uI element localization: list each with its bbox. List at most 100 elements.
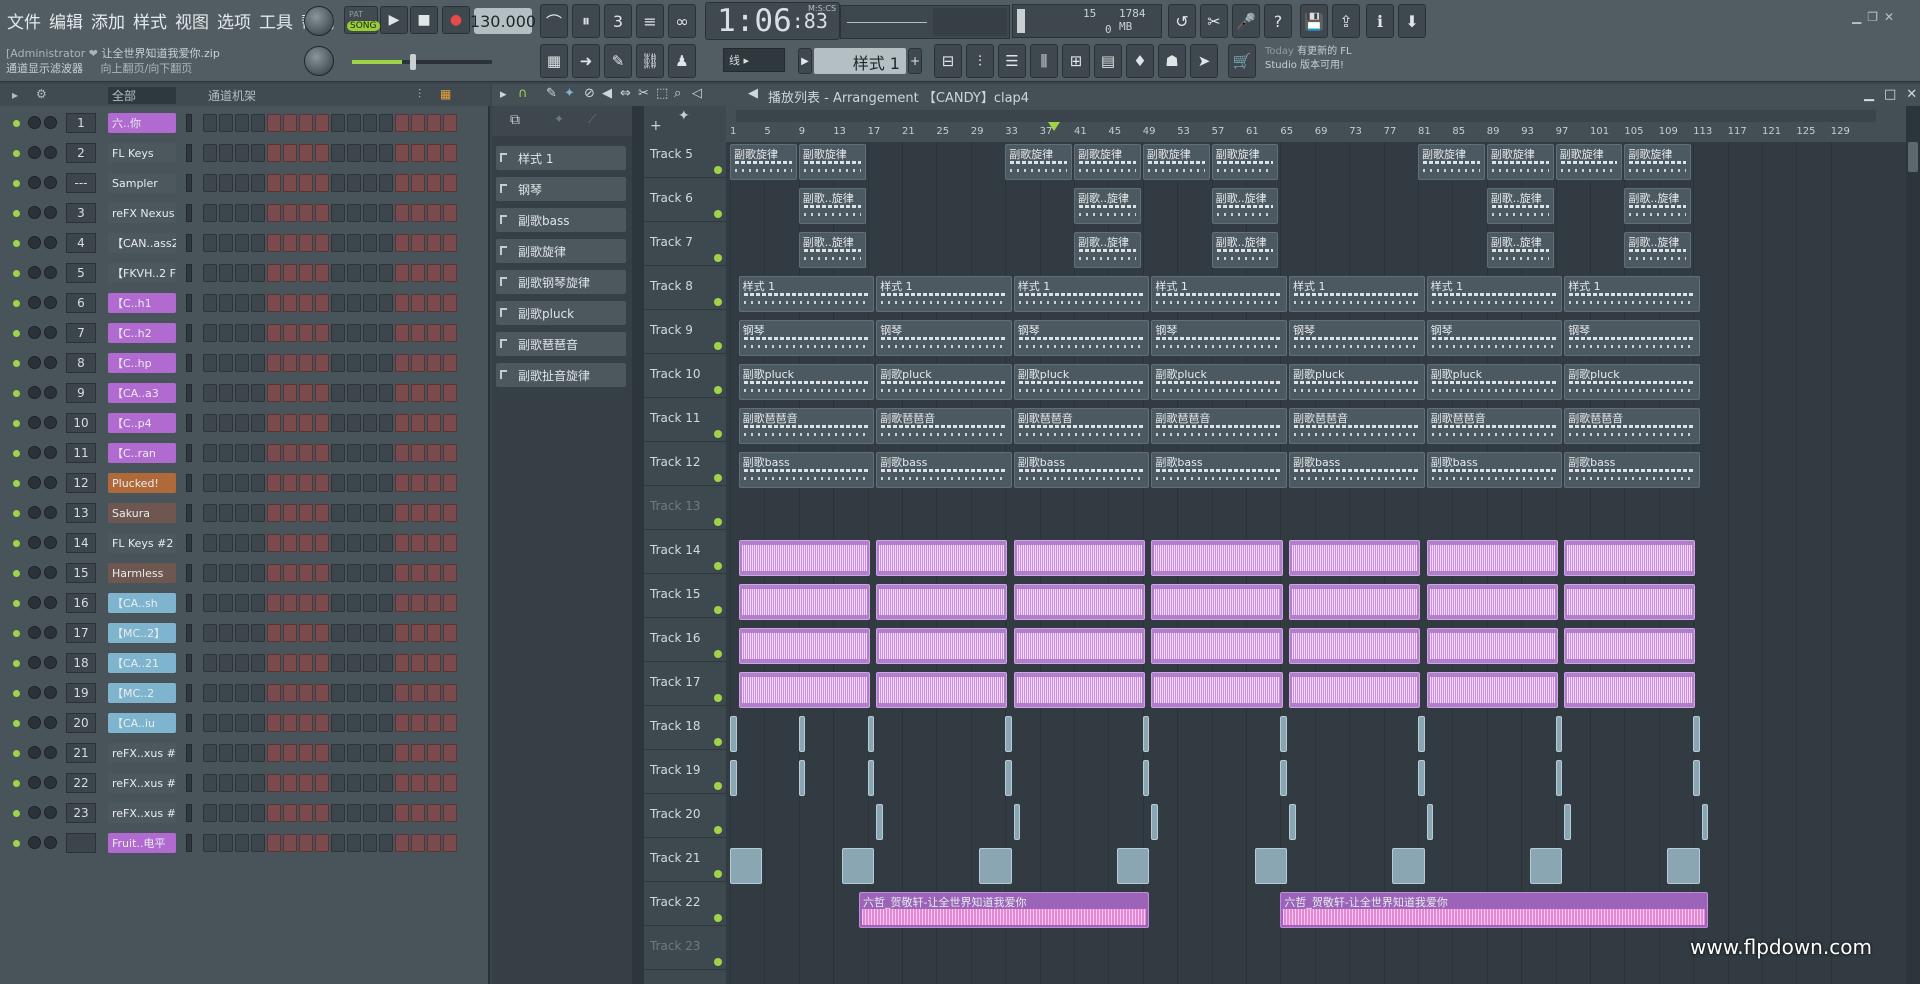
playlist-clip[interactable]: 样式 1 [876,276,1012,312]
channel-volume-knob[interactable] [44,746,57,759]
step-button[interactable] [411,144,425,162]
playlist-clip[interactable]: 副歌..旋律 [1624,232,1692,268]
step-button[interactable] [251,534,265,552]
channel-row[interactable]: 13 Sakura [0,502,490,524]
step-button[interactable] [203,174,217,192]
playlist-clip[interactable] [1426,672,1558,708]
help-icon[interactable]: ? [1264,4,1292,38]
playlist-clip[interactable]: 副歌旋律 [1555,144,1623,180]
step-button[interactable] [219,414,233,432]
step-button[interactable] [251,654,265,672]
channel-volume-knob[interactable] [44,446,57,459]
playlist-clip[interactable] [1005,760,1012,796]
step-button[interactable] [251,204,265,222]
step-button[interactable] [395,234,409,252]
step-button[interactable] [267,204,281,222]
step-button[interactable] [315,594,329,612]
playlist-clip[interactable]: 钢琴 [1426,320,1563,356]
playlist-clip[interactable]: 副歌..旋律 [1211,232,1279,268]
step-button[interactable] [379,174,393,192]
playlist-clip[interactable] [876,540,1008,576]
channel-name-button[interactable]: 【C..p4 [108,413,176,433]
speaker-icon[interactable]: ◀ [748,86,758,101]
wait-icon[interactable]: ⏸ [572,4,600,38]
channel-name-button[interactable]: 【FKVH..2 F [108,263,176,283]
step-button[interactable] [203,384,217,402]
channel-pan-knob[interactable] [28,326,41,339]
step-button[interactable] [411,264,425,282]
channel-select-bar[interactable] [186,534,192,552]
channel-mixer-track[interactable]: 19 [66,683,96,703]
playlist-clip[interactable] [1392,848,1425,884]
step-button[interactable] [427,234,441,252]
step-button[interactable] [299,264,313,282]
step-button[interactable] [203,234,217,252]
piano-roll-icon[interactable]: ▦ [540,44,568,78]
select-icon[interactable]: ⬚ [656,86,668,101]
step-button[interactable] [203,504,217,522]
stamp-icon[interactable]: ♟ [668,44,696,78]
step-button[interactable] [251,594,265,612]
tuner-icon[interactable]: ♦ [1126,44,1154,78]
playlist-clip[interactable]: 副歌bass [876,452,1012,488]
paint-icon[interactable]: ✦ [564,86,575,101]
menu-edit[interactable]: 编辑 [46,6,86,35]
step-button[interactable] [379,504,393,522]
channel-led[interactable] [13,570,20,577]
channel-name-button[interactable]: 【C..ran [108,443,176,463]
step-button[interactable] [395,354,409,372]
playlist-clip[interactable] [1418,716,1425,752]
channel-name-button[interactable]: 【CA..21 [108,653,176,673]
channel-row[interactable]: 5 【FKVH..2 F [0,262,490,284]
playlist-clip[interactable] [1289,584,1421,620]
download-icon[interactable]: ⬇ [1398,4,1426,38]
track-header[interactable]: Track 8 [644,274,726,310]
playlist-clip[interactable]: 钢琴 [1013,320,1150,356]
channel-row[interactable]: 12 Plucked! [0,472,490,494]
channel-volume-knob[interactable] [44,356,57,369]
step-button[interactable] [379,414,393,432]
channel-name-button[interactable]: Fruit..电平 [108,833,176,853]
playlist-clip[interactable] [1426,584,1558,620]
step-button[interactable] [443,534,457,552]
channel-mixer-track[interactable]: 13 [66,503,96,523]
step-button[interactable] [363,384,377,402]
step-button[interactable] [331,204,345,222]
step-button[interactable] [235,504,249,522]
step-button[interactable] [347,624,361,642]
step-button[interactable] [443,624,457,642]
playlist-clip[interactable] [1701,804,1709,840]
step-button[interactable] [251,744,265,762]
channel-pan-knob[interactable] [28,746,41,759]
track-header[interactable]: Track 14 [644,538,726,574]
step-button[interactable] [379,804,393,822]
channel-volume-knob[interactable] [44,386,57,399]
step-button[interactable] [443,594,457,612]
step-button[interactable] [315,564,329,582]
step-button[interactable] [443,324,457,342]
menu-options[interactable]: 选项 [214,6,254,35]
channel-row[interactable]: 22 reFX..xus #3 [0,772,490,794]
step-button[interactable] [283,744,297,762]
channel-pan-knob[interactable] [28,296,41,309]
track-mute-led[interactable] [714,430,722,438]
channel-led[interactable] [13,330,20,337]
step-button[interactable] [443,444,457,462]
channel-led[interactable] [13,630,20,637]
step-button[interactable] [203,684,217,702]
channel-select-bar[interactable] [186,804,192,822]
step-button[interactable] [347,354,361,372]
step-button[interactable] [379,594,393,612]
maximize-icon[interactable]: ❐ [1867,10,1878,24]
step-button[interactable] [411,654,425,672]
channel-row[interactable]: 6 【C..h1 [0,292,490,314]
step-button[interactable] [219,564,233,582]
step-button[interactable] [427,324,441,342]
playlist-clip[interactable]: 样式 1 [1151,276,1287,312]
playlist-clip[interactable]: 副歌旋律 [1624,144,1692,180]
step-button[interactable] [299,414,313,432]
countdown-icon[interactable]: 3 [604,4,632,38]
plugin-icon[interactable]: ▤ [1094,44,1122,78]
pattern-picker-item[interactable]: 副歌旋律 [496,239,626,263]
playlist-clip[interactable] [730,848,763,884]
